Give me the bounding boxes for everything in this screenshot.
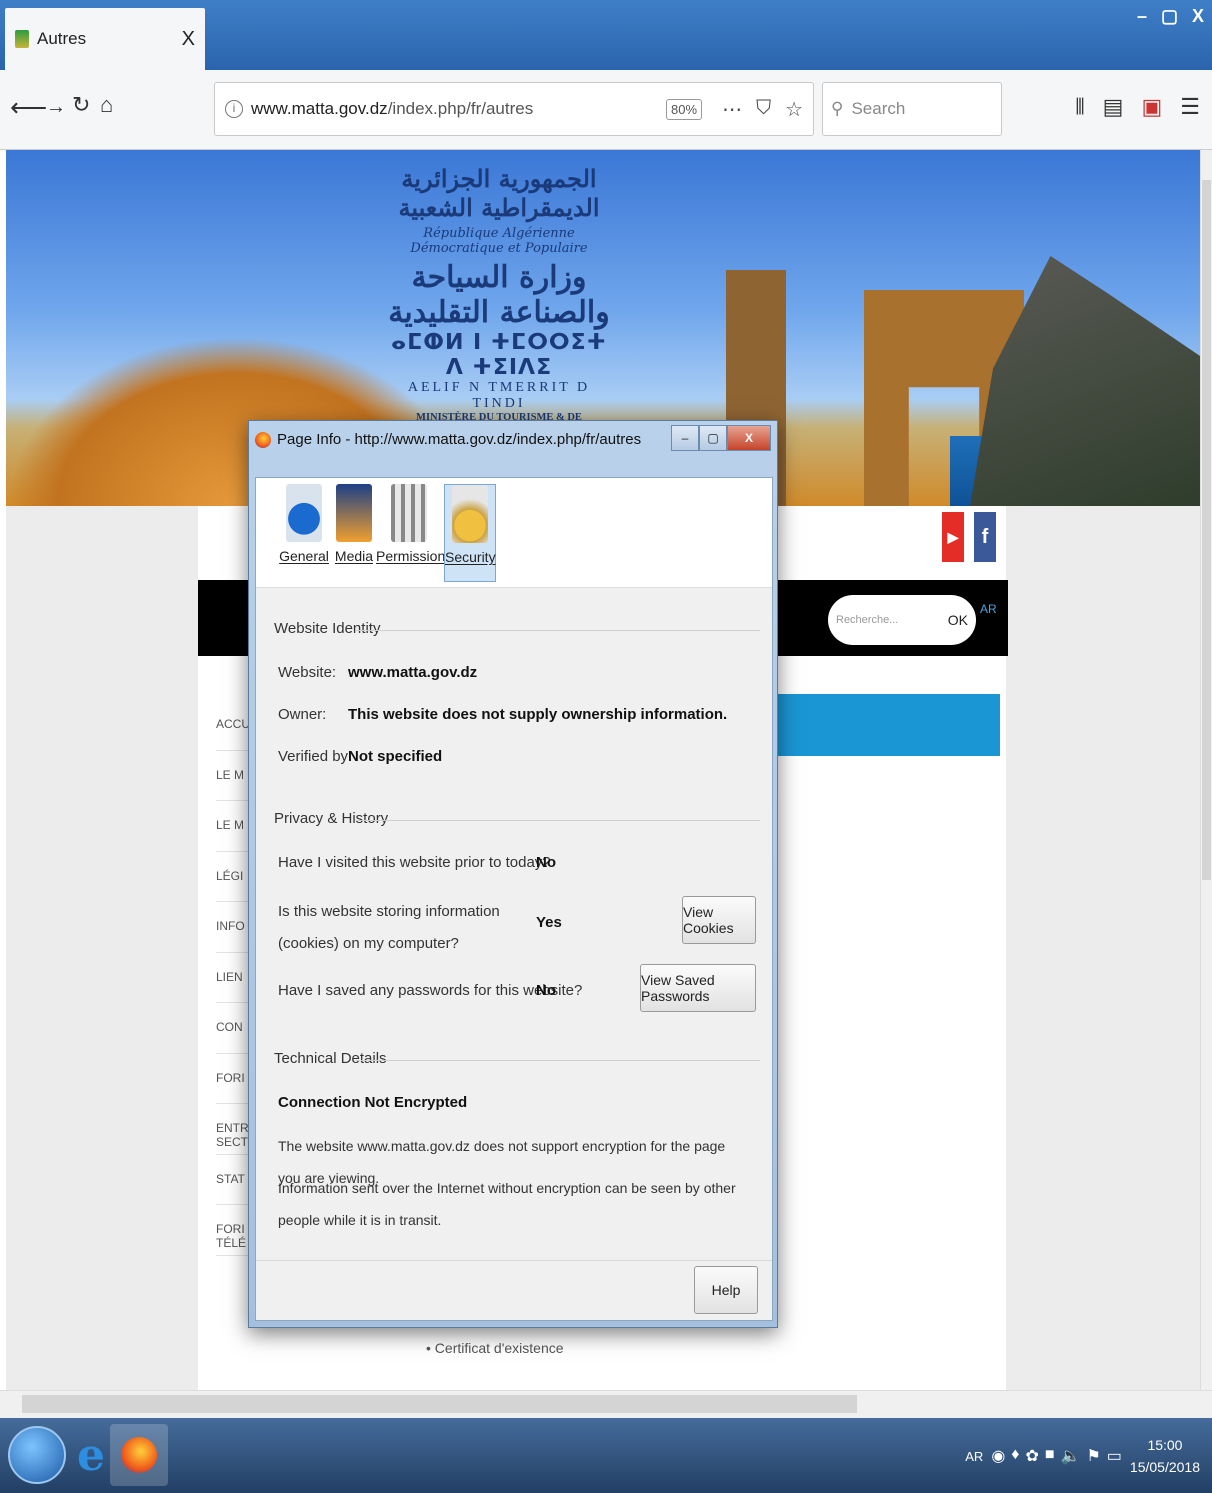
system-clock[interactable]: 15:00 15/05/2018 (1130, 1434, 1200, 1478)
menu-icon[interactable]: ☰ (1180, 94, 1200, 120)
tray-app-icon[interactable]: ✿ (1025, 1446, 1038, 1466)
horizontal-scroll-thumb[interactable] (22, 1395, 857, 1413)
tab-title: Autres (37, 29, 87, 48)
technical-heading: Technical Details (274, 1050, 387, 1067)
tab-permissions[interactable]: Permissions (376, 484, 452, 582)
page-info-icon[interactable]: i (225, 100, 243, 118)
permissions-icon (391, 484, 427, 542)
vertical-scroll-thumb[interactable] (1202, 180, 1211, 880)
maximize-button[interactable]: ▢ (1161, 6, 1178, 27)
dialog-tabs: General Media Permissions Security (256, 478, 772, 588)
network-icon[interactable]: ▭ (1107, 1446, 1122, 1466)
identity-heading: Website Identity (274, 620, 381, 637)
pocket-icon[interactable]: ⛉ (756, 97, 771, 122)
facebook-icon[interactable]: f (974, 512, 996, 562)
flag-icon[interactable]: ⚑ (1086, 1446, 1100, 1466)
dialog-body: General Media Permissions Security Websi… (255, 477, 773, 1321)
home-icon[interactable]: ⌂ (100, 92, 113, 118)
info-icon (286, 484, 322, 542)
browser-titlebar: Autres X – ▢ X (0, 0, 1212, 70)
bookmark-star-icon[interactable]: ☆ (785, 97, 803, 122)
website-value: www.matta.gov.dz (348, 664, 478, 681)
tab-close-icon[interactable]: X (182, 28, 195, 51)
firefox-taskbar-icon[interactable] (110, 1424, 168, 1486)
dialog-titlebar[interactable]: Page Info - http://www.matta.gov.dz/inde… (255, 431, 677, 448)
transit-warning: Information sent over the Internet witho… (278, 1180, 736, 1228)
view-cookies-button[interactable]: View Cookies (682, 896, 756, 944)
owner-value: This website does not supply ownership i… (348, 706, 728, 723)
url-text: www.matta.gov.dz/index.php/fr/autres (251, 99, 534, 118)
tray-app-icon[interactable]: ■ (1045, 1446, 1055, 1466)
dialog-close-button[interactable]: X (727, 425, 771, 451)
vertical-scrollbar[interactable] (1200, 150, 1212, 1390)
start-button[interactable] (8, 1426, 66, 1484)
browser-tab[interactable]: Autres X (5, 8, 205, 70)
site-favicon-icon (15, 30, 29, 48)
view-saved-passwords-button[interactable]: View Saved Passwords (640, 964, 756, 1012)
back-icon[interactable]: ⟵ (10, 92, 47, 123)
dialog-window-controls: – ▢ X (671, 425, 771, 451)
divider (356, 1060, 760, 1061)
navigation-toolbar: ⟵ → ↻ ⌂ i www.matta.gov.dz/index.php/fr/… (0, 70, 1212, 150)
sidebar-icon[interactable]: ▤ (1103, 94, 1124, 120)
youtube-icon[interactable]: ▶ (942, 512, 964, 562)
toolbar-right: ⫴ ▤ ▣ ☰ (1075, 94, 1200, 120)
page-actions-icon[interactable]: ⋯ (722, 97, 742, 122)
address-bar[interactable]: i www.matta.gov.dz/index.php/fr/autres 8… (214, 82, 814, 136)
search-icon: ⚲ (831, 99, 844, 118)
visited-answer: No (536, 854, 556, 871)
section-header-bar (776, 694, 1000, 756)
verified-by-label: Verified by: (278, 748, 353, 765)
firefox-icon (255, 431, 271, 448)
dialog-minimize-button[interactable]: – (671, 425, 699, 451)
tab-security[interactable]: Security (444, 484, 496, 582)
reload-icon[interactable]: ↻ (72, 92, 90, 118)
padlock-icon (452, 485, 488, 543)
privacy-heading: Privacy & History (274, 810, 389, 827)
site-search-input[interactable]: Recherche... OK (828, 595, 976, 645)
volume-icon[interactable]: 🔈 (1061, 1446, 1081, 1466)
minimize-button[interactable]: – (1137, 6, 1147, 27)
horizontal-scrollbar[interactable] (0, 1390, 1212, 1418)
close-button[interactable]: X (1192, 6, 1204, 27)
forward-icon[interactable]: → (46, 96, 66, 119)
divider (256, 1260, 772, 1261)
certificate-link[interactable]: • Certificat d'existence (426, 1340, 564, 1356)
tab-general[interactable]: General (276, 484, 332, 582)
search-input[interactable]: ⚲ Search (822, 82, 1002, 136)
window-controls: – ▢ X (1137, 6, 1204, 27)
windows-taskbar: e AR ◉ ♦ ✿ ■ 🔈 ⚑ ▭ 15:00 15/05/2018 (0, 1418, 1212, 1493)
library-icon[interactable]: ⫴ (1075, 94, 1084, 120)
ministry-logo: الجمهورية الجزائرية الديمقراطية الشعبية … (388, 164, 610, 434)
cookies-answer: Yes (536, 914, 562, 931)
input-language[interactable]: AR (965, 1449, 983, 1464)
tray-app-icon[interactable]: ◉ (991, 1446, 1005, 1466)
connection-status: Connection Not Encrypted (278, 1094, 468, 1111)
extension-icon[interactable]: ▣ (1141, 94, 1162, 120)
divider (356, 630, 760, 631)
verified-by-value: Not specified (348, 748, 443, 765)
media-icon (336, 484, 372, 542)
owner-label: Owner: (278, 706, 327, 723)
tray-app-icon[interactable]: ♦ (1011, 1446, 1019, 1466)
cookies-question: Is this website storing information (coo… (278, 903, 500, 952)
divider (356, 820, 760, 821)
visited-question: Have I visited this website prior to tod… (278, 854, 551, 871)
language-ar-link[interactable]: AR (980, 602, 997, 616)
dialog-maximize-button[interactable]: ▢ (699, 425, 727, 451)
passwords-answer: No (536, 982, 556, 999)
social-links: ▶ f (942, 512, 996, 562)
help-button[interactable]: Help (694, 1266, 758, 1314)
tab-media[interactable]: Media (326, 484, 382, 582)
website-label: Website: (278, 664, 337, 681)
zoom-level-badge[interactable]: 80% (666, 98, 703, 120)
dialog-title: Page Info - http://www.matta.gov.dz/inde… (277, 431, 642, 448)
search-placeholder: Search (851, 99, 906, 118)
system-tray: AR ◉ ♦ ✿ ■ 🔈 ⚑ ▭ 15:00 15/05/2018 (965, 1434, 1200, 1478)
site-search-ok-button[interactable]: OK (948, 612, 968, 628)
page-info-dialog: Page Info - http://www.matta.gov.dz/inde… (248, 420, 778, 1328)
